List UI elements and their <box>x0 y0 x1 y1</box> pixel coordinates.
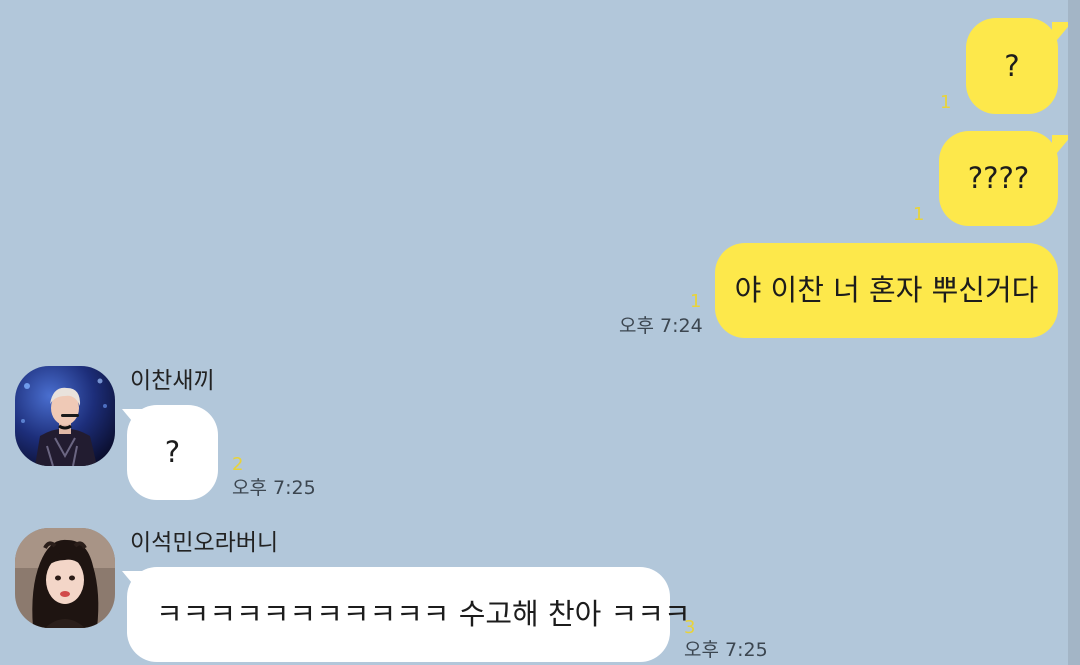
message-text: ???? <box>967 161 1030 195</box>
sender-name: 이찬새끼 <box>130 368 215 394</box>
message-text: 야 이찬 너 혼자 뿌신거다 <box>734 273 1039 307</box>
their-message-bubble[interactable]: ? <box>127 405 218 500</box>
stage-performer-photo <box>15 366 115 466</box>
unread-count: 2 <box>232 454 244 475</box>
sender-name: 이석민오라버니 <box>130 530 279 556</box>
message-time: 오후 7:24 <box>619 315 703 337</box>
unread-count: 1 <box>913 204 925 225</box>
message-text: ? <box>164 435 181 469</box>
avatar-woman-selfie[interactable] <box>15 528 115 628</box>
message-text: ㅋㅋㅋㅋㅋㅋㅋㅋㅋㅋㅋ 수고해 찬아 ㅋㅋㅋ <box>156 597 691 631</box>
message-text: ? <box>1004 48 1020 83</box>
message-time: 오후 7:25 <box>232 477 316 499</box>
chat-room: ? 1 ???? 1 야 이찬 너 혼자 뿌신거다 1 오후 7:24 이찬새끼… <box>0 0 1080 665</box>
unread-count: 1 <box>690 291 702 312</box>
woman-selfie-photo <box>15 528 115 628</box>
my-message-bubble[interactable]: 야 이찬 너 혼자 뿌신거다 <box>715 243 1058 338</box>
avatar-stage-performer[interactable] <box>15 366 115 466</box>
my-message-bubble[interactable]: ???? <box>939 131 1058 226</box>
scrollbar[interactable] <box>1068 0 1080 665</box>
my-message-bubble[interactable]: ? <box>966 18 1058 114</box>
their-message-bubble[interactable]: ㅋㅋㅋㅋㅋㅋㅋㅋㅋㅋㅋ 수고해 찬아 ㅋㅋㅋ <box>127 567 691 662</box>
unread-count: 1 <box>940 92 952 113</box>
unread-count: 3 <box>684 617 696 638</box>
message-time: 오후 7:25 <box>684 639 768 661</box>
